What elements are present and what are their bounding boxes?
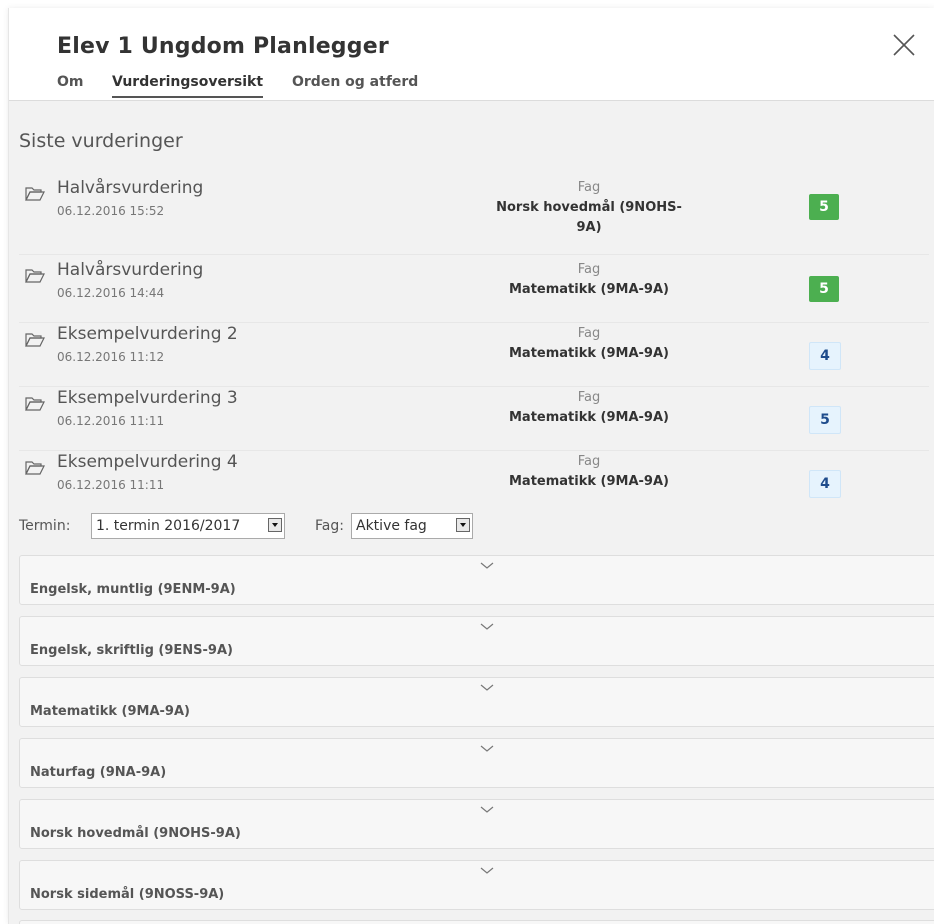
folder-open-icon (25, 187, 45, 201)
evaluation-date: 06.12.2016 15:52 (57, 204, 165, 218)
chevron-down-icon (480, 745, 494, 752)
grade-badge: 5 (809, 276, 839, 302)
chevron-down-icon (480, 684, 494, 691)
subject-panel-norsk-sidemal[interactable]: Norsk sidemål (9NOSS-9A) (19, 860, 934, 910)
subject-panel-title: Norsk sidemål (9NOSS-9A) (30, 887, 225, 902)
subject-panel-next[interactable] (19, 920, 934, 924)
tab-vurderingsoversikt[interactable]: Vurderingsoversikt (112, 74, 264, 98)
list-item: Eksempelvurdering 4 06.12.2016 11:11 Fag… (19, 452, 929, 514)
recent-evaluations-title: Siste vurderinger (19, 130, 183, 152)
tab-orden-og-atferd[interactable]: Orden og atferd (292, 74, 418, 96)
chevron-down-icon[interactable] (456, 518, 470, 532)
subject-panel-naturfag[interactable]: Naturfag (9NA-9A) (19, 738, 934, 788)
fag-label: Fag (577, 454, 601, 469)
modal-header: Elev 1 Ungdom Planlegger Om Vurderingsov… (9, 8, 934, 101)
subject-panel-norsk-hovedmal[interactable]: Norsk hovedmål (9NOHS-9A) (19, 799, 934, 849)
fag-value: Matematikk (9MA-9A) (509, 282, 669, 297)
evaluation-date: 06.12.2016 11:12 (57, 350, 165, 364)
subject-panel-title: Matematikk (9MA-9A) (30, 704, 190, 719)
fag-filter-label: Fag: (315, 518, 344, 534)
termin-label: Termin: (19, 518, 71, 534)
folder-open-icon (25, 461, 45, 475)
fag-select-value: Aktive fag (356, 518, 427, 534)
folder-open-icon (25, 269, 45, 283)
page-title: Elev 1 Ungdom Planlegger (57, 34, 389, 59)
list-item: Eksempelvurdering 3 06.12.2016 11:11 Fag… (19, 388, 929, 451)
list-item: Eksempelvurdering 2 06.12.2016 11:12 Fag… (19, 324, 929, 387)
close-icon[interactable] (891, 32, 917, 58)
fag-value: Matematikk (9MA-9A) (509, 474, 669, 489)
fag-label: Fag (577, 262, 601, 277)
subject-panel-title: Naturfag (9NA-9A) (30, 765, 167, 780)
chevron-down-icon (480, 806, 494, 813)
grade-badge: 5 (809, 406, 841, 434)
fag-label: Fag (577, 180, 601, 195)
grade-badge: 4 (809, 342, 841, 370)
evaluation-name[interactable]: Halvårsvurdering (57, 178, 203, 198)
subject-panel-matematikk[interactable]: Matematikk (9MA-9A) (19, 677, 934, 727)
evaluation-date: 06.12.2016 14:44 (57, 286, 165, 300)
list-item: Halvårsvurdering 06.12.2016 14:44 Fag Ma… (19, 260, 929, 323)
chevron-down-icon[interactable] (268, 518, 282, 532)
evaluation-name[interactable]: Eksempelvurdering 2 (57, 324, 238, 344)
fag-value: Matematikk (9MA-9A) (509, 410, 669, 425)
fag-label: Fag (577, 390, 601, 405)
folder-open-icon (25, 397, 45, 411)
evaluation-date: 06.12.2016 11:11 (57, 414, 165, 428)
subject-panel-engelsk-skriftlig[interactable]: Engelsk, skriftlig (9ENS-9A) (19, 616, 934, 666)
evaluation-date: 06.12.2016 11:11 (57, 478, 165, 492)
tab-om[interactable]: Om (57, 74, 84, 96)
fag-value: Matematikk (9MA-9A) (509, 346, 669, 361)
evaluation-name[interactable]: Eksempelvurdering 4 (57, 452, 238, 472)
grade-badge: 5 (809, 194, 839, 220)
fag-value: Norsk hovedmål (9NOHS-9A) (496, 200, 682, 235)
list-item: Halvårsvurdering 06.12.2016 15:52 Fag No… (19, 178, 929, 255)
subject-panel-title: Engelsk, muntlig (9ENM-9A) (30, 582, 236, 597)
termin-select[interactable]: 1. termin 2016/2017 (91, 513, 285, 539)
grade-badge: 4 (809, 470, 841, 498)
subject-panel-title: Engelsk, skriftlig (9ENS-9A) (30, 643, 233, 658)
evaluation-name[interactable]: Eksempelvurdering 3 (57, 388, 238, 408)
chevron-down-icon (480, 867, 494, 874)
evaluation-name[interactable]: Halvårsvurdering (57, 260, 203, 280)
fag-label: Fag (577, 326, 601, 341)
termin-select-value: 1. termin 2016/2017 (96, 518, 241, 534)
chevron-down-icon (480, 623, 494, 630)
chevron-down-icon (480, 562, 494, 569)
subject-panel-title: Norsk hovedmål (9NOHS-9A) (30, 826, 241, 841)
fag-select[interactable]: Aktive fag (351, 513, 473, 539)
student-modal: Elev 1 Ungdom Planlegger Om Vurderingsov… (8, 8, 934, 924)
folder-open-icon (25, 333, 45, 347)
subject-panel-engelsk-muntlig[interactable]: Engelsk, muntlig (9ENM-9A) (19, 555, 934, 605)
